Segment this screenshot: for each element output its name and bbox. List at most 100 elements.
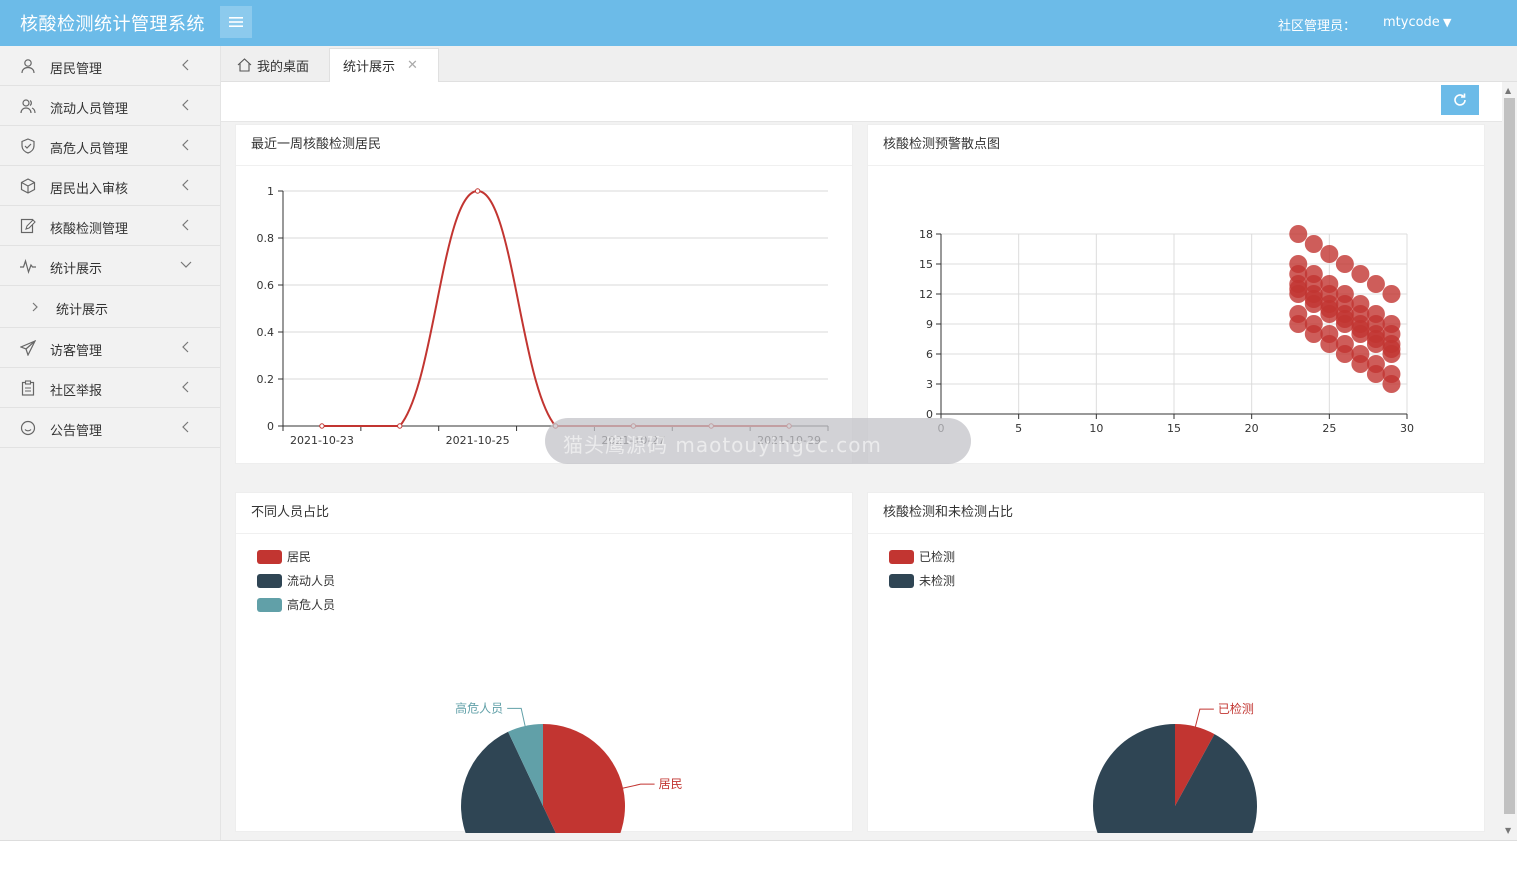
sidebar-item-label: 居民管理 (50, 62, 103, 77)
scatter-point (1335, 315, 1354, 333)
tab-home[interactable]: 我的桌面 (225, 48, 329, 82)
scatter-point (1366, 335, 1385, 353)
sidebar-item-floating-population[interactable]: 流动人员管理 (0, 86, 220, 126)
chevron-right-icon (32, 302, 38, 312)
scatter-point (1320, 245, 1339, 263)
tab-statistics[interactable]: 统计展示 ✕ (329, 48, 439, 82)
series-line (321, 189, 790, 428)
pie-chart-test-status: 已检测未检测已检测未检测 (889, 549, 1257, 833)
data-point (319, 423, 325, 429)
app-title: 核酸检测统计管理系统 (20, 14, 205, 35)
label-leader-line (622, 783, 655, 789)
sidebar-item-statistics[interactable]: 统计展示 (0, 246, 220, 286)
y-tick-label: 15 (919, 258, 933, 271)
bottom-bar (0, 840, 1517, 882)
menu-icon (229, 17, 243, 27)
scroll-down-icon[interactable]: ▼ (1505, 826, 1511, 835)
caret-down-icon[interactable]: ▼ (1443, 16, 1451, 29)
user-icon (21, 59, 35, 74)
sidebar: 居民管理 流动人员管理 高危人员管理 居民出入审核 核酸检测管理 统计展示 统计… (0, 46, 221, 840)
chevron-left-icon (182, 219, 189, 231)
menu-toggle-button[interactable] (220, 6, 252, 38)
y-tick-label: 6 (926, 348, 933, 361)
data-point (397, 423, 403, 429)
legend-swatch (889, 550, 914, 564)
panel-test-ratio: 核酸检测和未检测占比 已检测未检测已检测未检测 (867, 492, 1485, 833)
y-tick-label: 0.4 (257, 326, 275, 339)
scroll-thumb[interactable] (1504, 98, 1515, 814)
x-tick-label: 15 (1167, 422, 1181, 435)
slice-label: 居民 (659, 777, 683, 791)
legend-label: 居民 (287, 550, 311, 564)
scatter-point (1351, 325, 1370, 343)
sidebar-item-test-management[interactable]: 核酸检测管理 (0, 206, 220, 246)
pie-slice (1093, 724, 1257, 833)
scatter-point (1366, 275, 1385, 293)
pie-chart-person-types: 居民流动人员高危人员居民流动人员高危人员 (257, 550, 683, 833)
sidebar-item-label: 统计展示 (50, 262, 103, 277)
clipboard-icon (21, 380, 35, 396)
scroll-up-icon[interactable]: ▲ (1505, 86, 1511, 95)
tab-label: 统计展示 (343, 60, 396, 75)
y-tick-label: 3 (926, 378, 933, 391)
pie-slice (543, 724, 625, 833)
chevron-left-icon (182, 139, 189, 151)
edit-icon (20, 218, 36, 234)
chevron-left-icon (182, 381, 189, 393)
scatter-point (1382, 375, 1401, 393)
sidebar-item-label: 核酸检测管理 (50, 222, 129, 237)
legend-swatch (257, 550, 282, 564)
sidebar-item-announcements[interactable]: 公告管理 (0, 408, 220, 448)
label-leader-line (1194, 708, 1214, 727)
pulse-icon (20, 258, 36, 274)
scatter-point (1320, 335, 1339, 353)
x-tick-label: 20 (1245, 422, 1259, 435)
scatter-point (1289, 225, 1308, 243)
legend-swatch (257, 574, 282, 588)
panel-weekly-tests: 最近一周核酸检测居民 0 0.2 0.4 0.6 0.8 1 2021-10-23 2021-… (235, 124, 853, 464)
sidebar-item-access-review[interactable]: 居民出入审核 (0, 166, 220, 206)
slice-label: 已检测 (1218, 701, 1254, 716)
shield-icon (21, 138, 35, 154)
sidebar-item-visitors[interactable]: 访客管理 (0, 328, 220, 368)
panel-warning-scatter: 核酸检测预警散点图 0369121518051015202530 (867, 124, 1485, 464)
sidebar-item-label: 高危人员管理 (50, 142, 129, 157)
refresh-icon (1454, 93, 1466, 106)
sidebar-item-label: 公告管理 (50, 424, 103, 439)
x-tick-label: 5 (1015, 422, 1022, 435)
y-tick-label: 1 (267, 185, 274, 198)
chevron-left-icon (182, 59, 189, 71)
scatter-point (1351, 265, 1370, 283)
chevron-left-icon (182, 99, 189, 111)
chevron-down-icon (180, 261, 192, 268)
admin-user-menu[interactable]: mtycode (1383, 15, 1440, 30)
data-point (474, 188, 481, 194)
content-toolbar (221, 82, 1502, 122)
line-chart: 00.20.40.60.812021-10-232021-10-252021-1… (257, 185, 829, 447)
y-tick-label: 9 (926, 318, 933, 331)
sidebar-item-label: 社区举报 (50, 384, 103, 399)
sidebar-item-residents[interactable]: 居民管理 (0, 46, 220, 86)
close-icon[interactable]: ✕ (407, 58, 418, 73)
watermark: 猫头鹰源码 maotouyingcc.com (545, 418, 971, 464)
x-tick-label: 30 (1400, 422, 1414, 435)
scatter-point (1304, 295, 1323, 313)
home-icon (237, 58, 252, 72)
sidebar-item-reports[interactable]: 社区举报 (0, 368, 220, 408)
scatter-point (1351, 355, 1370, 373)
refresh-button[interactable] (1441, 85, 1479, 115)
sidebar-subitem-statistics[interactable]: 统计展示 (0, 286, 220, 328)
legend-label: 高危人员 (287, 597, 335, 612)
slice-label: 高危人员 (455, 700, 503, 715)
y-tick-label: 0.8 (257, 232, 275, 245)
smile-icon (20, 420, 36, 436)
panel-person-ratio: 不同人员占比 居民流动人员高危人员居民流动人员高危人员 (235, 492, 853, 833)
y-tick-label: 0.6 (257, 279, 275, 292)
chevron-left-icon (182, 341, 189, 353)
scrollbar[interactable]: ▲ ▼ (1502, 82, 1517, 840)
legend-swatch (889, 574, 914, 588)
sidebar-item-high-risk[interactable]: 高危人员管理 (0, 126, 220, 166)
sidebar-item-label: 流动人员管理 (50, 102, 129, 117)
x-tick-label: 2021-10-25 (446, 434, 510, 447)
send-icon (20, 340, 36, 356)
